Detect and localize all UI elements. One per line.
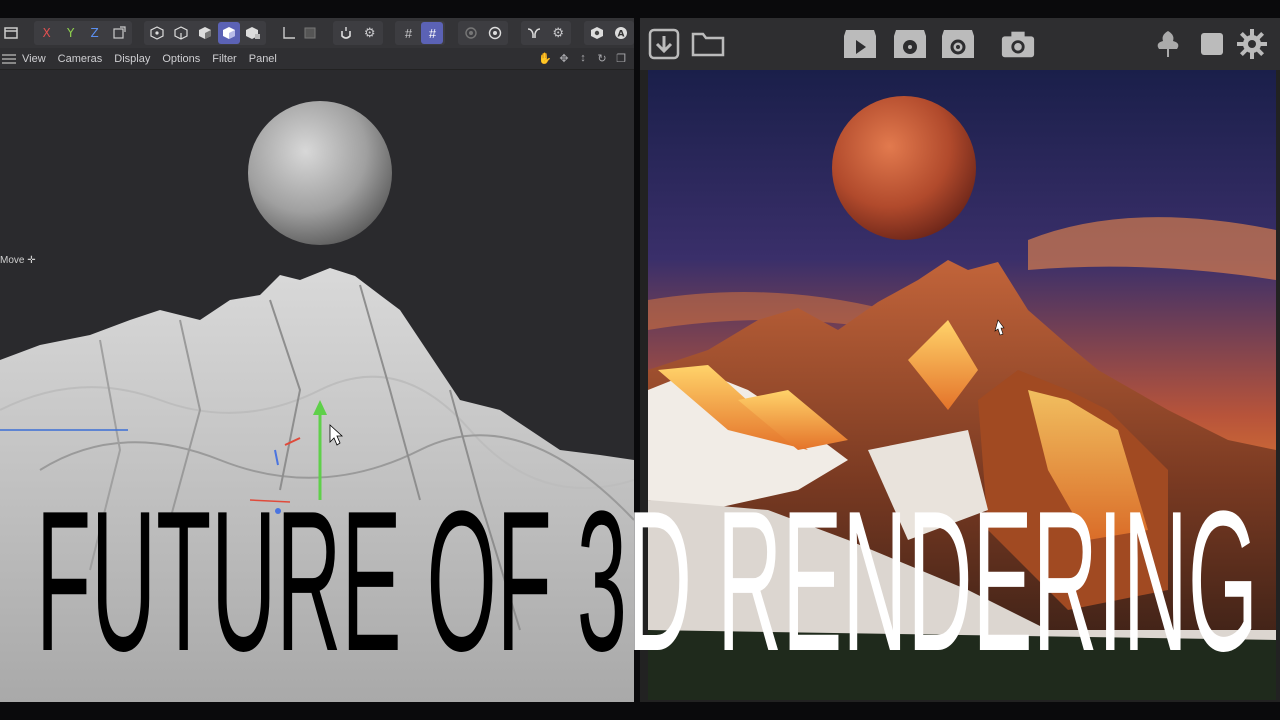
move-view-icon[interactable]: ✥ — [557, 51, 571, 65]
workplane-icon[interactable] — [279, 22, 298, 44]
grid-snap-icon[interactable]: # — [421, 22, 444, 44]
symmetry-icon[interactable] — [523, 22, 545, 44]
editor-toolbar: X Y Z ⚙ # # ⚙ A — [0, 18, 634, 48]
red-moon — [832, 96, 976, 240]
gear-icon[interactable] — [1234, 26, 1270, 62]
render-toolbar — [640, 18, 1280, 70]
rendered-image — [648, 70, 1276, 700]
3d-editor-window: X Y Z ⚙ # # ⚙ A View Cameras Display Opt… — [0, 18, 634, 702]
viewport-scene — [0, 101, 634, 702]
target-icon[interactable] — [484, 22, 506, 44]
grid-icon[interactable]: # — [397, 22, 419, 44]
download-icon[interactable] — [646, 26, 682, 62]
coordinate-icon[interactable] — [108, 22, 130, 44]
axis-x-button[interactable]: X — [36, 22, 58, 44]
menu-panel[interactable]: Panel — [249, 53, 277, 65]
svg-text:A: A — [617, 30, 624, 40]
lock-icon[interactable] — [335, 22, 357, 44]
model-mode-icon[interactable] — [218, 22, 241, 44]
points-mode-icon[interactable] — [146, 22, 168, 44]
render-window — [640, 18, 1280, 702]
symmetry-group: ⚙ — [521, 21, 572, 45]
move-crosshair-icon: ✛ — [27, 255, 36, 266]
tree-icon[interactable] — [1150, 26, 1186, 62]
maximize-view-icon[interactable]: ❐ — [614, 51, 628, 65]
panel-icon[interactable] — [2, 22, 21, 44]
solo-icon[interactable] — [460, 22, 482, 44]
viewport-nav-icons: ✋ ✥ ↕ ↻ ❐ — [538, 51, 628, 65]
axis-z-button[interactable]: Z — [84, 22, 106, 44]
menu-handle-icon[interactable] — [2, 53, 16, 64]
sphere-object — [248, 101, 392, 245]
menu-cameras[interactable]: Cameras — [58, 53, 103, 65]
modeling-group: ⚙ — [332, 21, 383, 45]
object-group: A — [583, 21, 634, 45]
pan-hand-icon[interactable]: ✋ — [538, 51, 552, 65]
render-settings-icon[interactable] — [940, 26, 976, 62]
terrain-mesh — [0, 268, 634, 702]
view-group — [458, 21, 509, 45]
folder-icon[interactable] — [690, 26, 726, 62]
menu-view[interactable]: View — [22, 53, 46, 65]
auto-icon[interactable]: A — [610, 22, 632, 44]
move-tool-label: Move ✛ — [0, 255, 36, 266]
3d-viewport[interactable]: Move ✛ — [0, 70, 634, 702]
object-icon[interactable] — [586, 22, 608, 44]
move-tool-text: Move — [0, 255, 25, 266]
render-play-icon[interactable] — [842, 26, 878, 62]
zoom-icon[interactable]: ↕ — [576, 51, 590, 65]
axis-lock-group: X Y Z — [33, 21, 132, 45]
render-reel-icon[interactable] — [892, 26, 928, 62]
gear-icon[interactable]: ⚙ — [359, 22, 381, 44]
viewport-menubar: View Cameras Display Options Filter Pane… — [0, 48, 634, 70]
texture-mode-icon[interactable] — [242, 22, 264, 44]
menu-display[interactable]: Display — [114, 53, 150, 65]
stop-icon[interactable] — [1194, 26, 1230, 62]
edges-mode-icon[interactable] — [170, 22, 192, 44]
rotate-view-icon[interactable]: ↻ — [595, 51, 609, 65]
menu-options[interactable]: Options — [162, 53, 200, 65]
camera-icon[interactable] — [1000, 26, 1036, 62]
grid-group: # # — [395, 21, 446, 45]
selection-mode-group — [144, 21, 267, 45]
settings-icon[interactable]: ⚙ — [547, 22, 569, 44]
polygons-mode-icon[interactable] — [194, 22, 216, 44]
menu-filter[interactable]: Filter — [212, 53, 236, 65]
axis-y-button[interactable]: Y — [60, 22, 82, 44]
snap-icon[interactable] — [301, 22, 320, 44]
